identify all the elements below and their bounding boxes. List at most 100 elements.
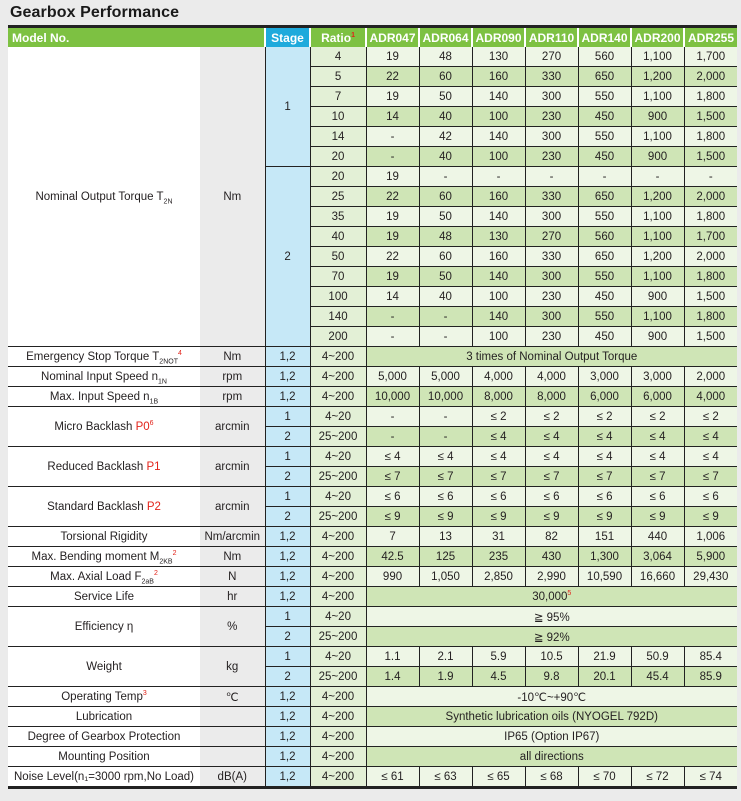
value-cell: 300 [524, 266, 579, 287]
value-cell: 19 [366, 86, 420, 107]
param-name: Max. Bending moment M [31, 550, 160, 563]
value-cell: 1,700 [683, 226, 738, 247]
stage-cell: 1 [264, 406, 311, 427]
value-cell: 3,000 [577, 366, 632, 387]
value-cell: 1,100 [630, 206, 685, 227]
value-cell: ≤ 70 [577, 766, 632, 788]
ratio-cell: 14 [309, 126, 367, 147]
header-model: ADR047 [365, 26, 420, 47]
value-cell: ≤ 9 [630, 506, 685, 527]
value-cell: 31 [471, 526, 526, 547]
unit-label [200, 706, 266, 727]
param-name: Degree of Gearbox Protection [27, 730, 181, 743]
value-cell: ≤ 6 [418, 486, 473, 507]
unit-label [200, 726, 266, 747]
value-cell: ≤ 9 [683, 506, 738, 527]
ratio-cell: 70 [309, 266, 367, 287]
param-name: Standard Backlash [47, 500, 147, 513]
value-cell: 50 [418, 206, 473, 227]
param-label: Reduced Backlash P1 [8, 446, 200, 487]
value-cell: 550 [577, 206, 632, 227]
value-cell: 4,000 [471, 366, 526, 387]
footnote-marker: 1 [351, 31, 355, 39]
value-cell: 990 [366, 566, 420, 587]
merged-value: 30,000 [532, 590, 568, 603]
ratio-cell: 4~20 [309, 446, 367, 467]
value-cell: ≤ 7 [683, 466, 738, 487]
value-cell: 45.4 [630, 666, 685, 687]
value-cell: 6,000 [577, 386, 632, 407]
value-cell: 9.8 [524, 666, 579, 687]
ratio-cell: 35 [309, 206, 367, 227]
ratio-cell: 10 [309, 106, 367, 127]
stage-cell: 1,2 [264, 706, 311, 727]
param-label: Efficiency η [8, 606, 200, 647]
value-cell: 1,200 [630, 66, 685, 87]
value-cell: 140 [471, 266, 526, 287]
value-cell: - [683, 166, 738, 187]
value-cell: 50 [418, 266, 473, 287]
ratio-cell: 140 [309, 306, 367, 327]
value-cell: 40 [418, 286, 473, 307]
value-cell: ≤ 63 [418, 766, 473, 788]
param-label: Lubrication [8, 706, 200, 727]
backlash-class: P1 [146, 460, 161, 473]
value-cell: 85.4 [683, 646, 738, 667]
value-cell: 1,500 [683, 146, 738, 167]
header-model: ADR140 [577, 26, 632, 47]
value-cell: 14 [366, 106, 420, 127]
value-cell: ≤ 7 [418, 466, 473, 487]
ratio-cell: 4~200 [309, 346, 367, 367]
value-cell: - [418, 326, 473, 347]
value-cell: 60 [418, 246, 473, 267]
param-name: Micro Backlash [54, 420, 136, 433]
value-cell: 140 [471, 206, 526, 227]
header-stage: Stage [264, 26, 311, 47]
value-cell: 48 [418, 47, 473, 67]
value-cell: 8,000 [471, 386, 526, 407]
ratio-cell: 25~200 [309, 426, 367, 447]
backlash-class: P0 [135, 420, 150, 433]
value-cell: ≤ 9 [418, 506, 473, 527]
value-cell: 100 [471, 106, 526, 127]
param-subscript: 2NOT [159, 357, 178, 365]
footnote-marker: 2 [172, 549, 177, 557]
ratio-cell: 4~20 [309, 406, 367, 427]
stage-cell: 1,2 [264, 346, 311, 367]
max-input-speed-row: Max. Input Speed n1B rpm 1,2 4~200 10,000 10,… [8, 386, 738, 407]
footnote-marker: 4 [177, 349, 182, 357]
value-cell: ≤ 2 [471, 406, 526, 427]
value-cell: - [366, 426, 420, 447]
merged-value-cell: all directions [366, 746, 738, 767]
value-cell: ≤ 9 [577, 506, 632, 527]
param-name: Operating Temp [61, 690, 143, 703]
value-cell: ≤ 6 [524, 486, 579, 507]
header-model: ADR110 [524, 26, 579, 47]
param-name: Noise Level(n₁=3000 rpm,No Load) [14, 770, 194, 783]
ratio-cell: 4~20 [309, 646, 367, 667]
value-cell: 1,500 [683, 286, 738, 307]
protection-row: Degree of Gearbox Protection 1,2 4~200 IP65… [8, 726, 738, 747]
value-cell: ≤ 4 [630, 426, 685, 447]
value-cell: ≤ 4 [524, 426, 579, 447]
value-cell: ≤ 4 [471, 426, 526, 447]
unit-label: % [200, 606, 266, 647]
value-cell: 1,800 [683, 206, 738, 227]
value-cell: 42.5 [366, 546, 420, 567]
unit-label: arcmin [200, 446, 266, 487]
reduced-backlash-row: Reduced Backlash P1 arcmin 1 4~20 ≤ 4 ≤ 4 ≤ 4 ≤… [8, 446, 738, 487]
value-cell: 48 [418, 226, 473, 247]
param-name: Nominal Output Torque T [35, 190, 164, 203]
value-cell: - [418, 406, 473, 427]
value-cell: 1,800 [683, 306, 738, 327]
stage-cell: 1,2 [264, 366, 311, 387]
value-cell: 300 [524, 306, 579, 327]
header-model-no: Model No. [8, 26, 266, 47]
value-cell: - [366, 406, 420, 427]
param-label: Operating Temp3 [8, 686, 200, 707]
ratio-cell: 4~200 [309, 686, 367, 707]
value-cell: 14 [366, 286, 420, 307]
value-cell: 7 [366, 526, 420, 547]
value-cell: ≤ 7 [630, 466, 685, 487]
value-cell: 10.5 [524, 646, 579, 667]
